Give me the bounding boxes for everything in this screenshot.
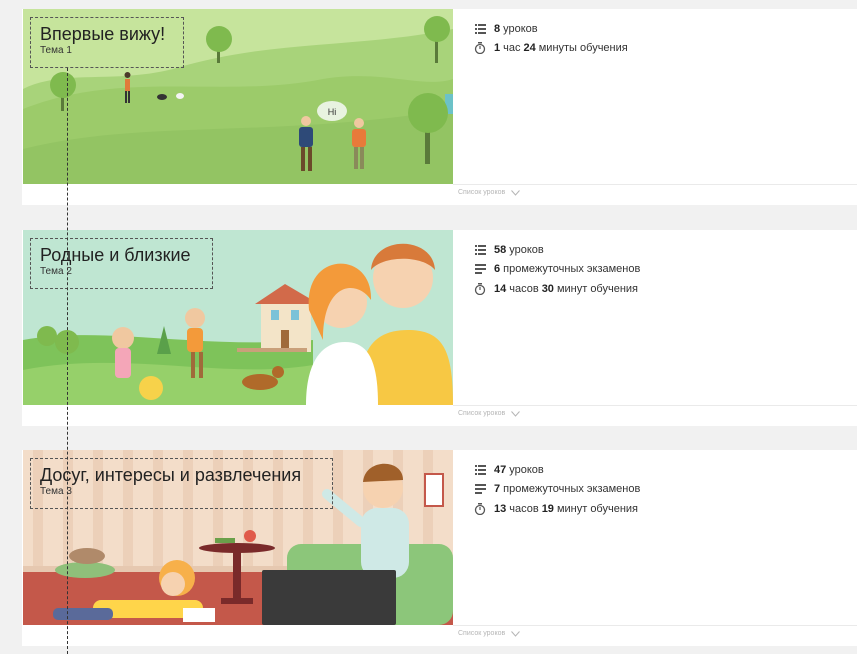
topic-subtitle: Тема 3 bbox=[40, 486, 72, 497]
stat-number: 58 bbox=[494, 243, 507, 256]
topic-stats: 58 уроков 6 промежуточных экзаменов 14 часо… bbox=[474, 240, 640, 299]
topic-title: Досуг, интересы и развлечения bbox=[40, 465, 302, 485]
stat-text: час bbox=[503, 42, 521, 55]
exams-count: 7 промежуточных экзаменов bbox=[474, 480, 640, 500]
stat-text: уроков bbox=[509, 463, 544, 476]
timer-icon bbox=[474, 282, 486, 295]
exams-icon bbox=[474, 263, 486, 275]
list-icon bbox=[474, 464, 486, 476]
stat-text: уроков bbox=[503, 22, 538, 35]
topic-card-2[interactable]: Родные и близкие Тема 2 58 уроков 6 промеж… bbox=[22, 230, 857, 426]
study-time: 14 часов 30 минут обучения bbox=[474, 279, 640, 299]
lessons-count: 47 уроков bbox=[474, 460, 640, 480]
topic-stats: 8 уроков 1 час 24 минуты обучения bbox=[474, 19, 628, 58]
chevron-down-icon bbox=[511, 630, 521, 637]
topic-title-box: Родные и близкие Тема 2 bbox=[30, 238, 213, 289]
topic-subtitle: Тема 2 bbox=[40, 266, 72, 277]
topic-title: Впервые вижу! bbox=[40, 24, 166, 44]
stat-number: 8 bbox=[494, 22, 501, 35]
guide-line bbox=[67, 68, 68, 654]
stat-text: часов bbox=[509, 502, 539, 515]
topic-card-1[interactable]: Hi Впервые вижу! Тема 1 8 уроков 1 час 24 ми… bbox=[22, 9, 857, 205]
stat-text: часов bbox=[509, 282, 539, 295]
stat-number: 24 bbox=[523, 42, 536, 55]
stat-text: минут обучения bbox=[556, 502, 639, 515]
topic-title-box: Досуг, интересы и развлечения Тема 3 bbox=[30, 458, 333, 509]
topic-stats: 47 уроков 7 промежуточных экзаменов 13 часо… bbox=[474, 460, 640, 519]
stat-number: 19 bbox=[541, 502, 554, 515]
topic-title: Родные и близкие bbox=[40, 245, 191, 265]
stat-text: промежуточных экзаменов bbox=[503, 263, 641, 276]
stat-number: 30 bbox=[541, 282, 554, 295]
lessons-list-toggle[interactable]: Список уроков bbox=[453, 405, 857, 427]
lessons-list-toggle[interactable]: Список уроков bbox=[453, 625, 857, 647]
lessons-count: 8 уроков bbox=[474, 19, 628, 39]
stat-number: 14 bbox=[494, 282, 507, 295]
exams-icon bbox=[474, 483, 486, 495]
stat-text: минут обучения bbox=[556, 282, 639, 295]
topic-title-box: Впервые вижу! Тема 1 bbox=[30, 17, 184, 68]
list-icon bbox=[474, 244, 486, 256]
stat-number: 1 bbox=[494, 42, 501, 55]
lessons-list-label: Список уроков bbox=[458, 630, 506, 637]
stat-text: промежуточных экзаменов bbox=[503, 483, 641, 496]
timer-icon bbox=[474, 42, 486, 55]
chevron-down-icon bbox=[511, 189, 521, 196]
topic-card-3[interactable]: Досуг, интересы и развлечения Тема 3 47 у… bbox=[22, 450, 857, 646]
lessons-list-toggle[interactable]: Список уроков bbox=[453, 184, 857, 206]
timer-icon bbox=[474, 502, 486, 515]
chevron-down-icon bbox=[511, 410, 521, 417]
stat-number: 6 bbox=[494, 263, 501, 276]
stat-number: 13 bbox=[494, 502, 507, 515]
study-time: 13 часов 19 минут обучения bbox=[474, 499, 640, 519]
stat-number: 47 bbox=[494, 463, 507, 476]
list-icon bbox=[474, 23, 486, 35]
topic-subtitle: Тема 1 bbox=[40, 45, 72, 56]
lessons-list-label: Список уроков bbox=[458, 410, 506, 417]
speech-bubble-text: Hi bbox=[328, 107, 337, 117]
stat-number: 7 bbox=[494, 483, 501, 496]
stat-text: минуты обучения bbox=[538, 42, 628, 55]
lessons-list-label: Список уроков bbox=[458, 189, 506, 196]
study-time: 1 час 24 минуты обучения bbox=[474, 39, 628, 59]
exams-count: 6 промежуточных экзаменов bbox=[474, 260, 640, 280]
stat-text: уроков bbox=[509, 243, 544, 256]
lessons-count: 58 уроков bbox=[474, 240, 640, 260]
